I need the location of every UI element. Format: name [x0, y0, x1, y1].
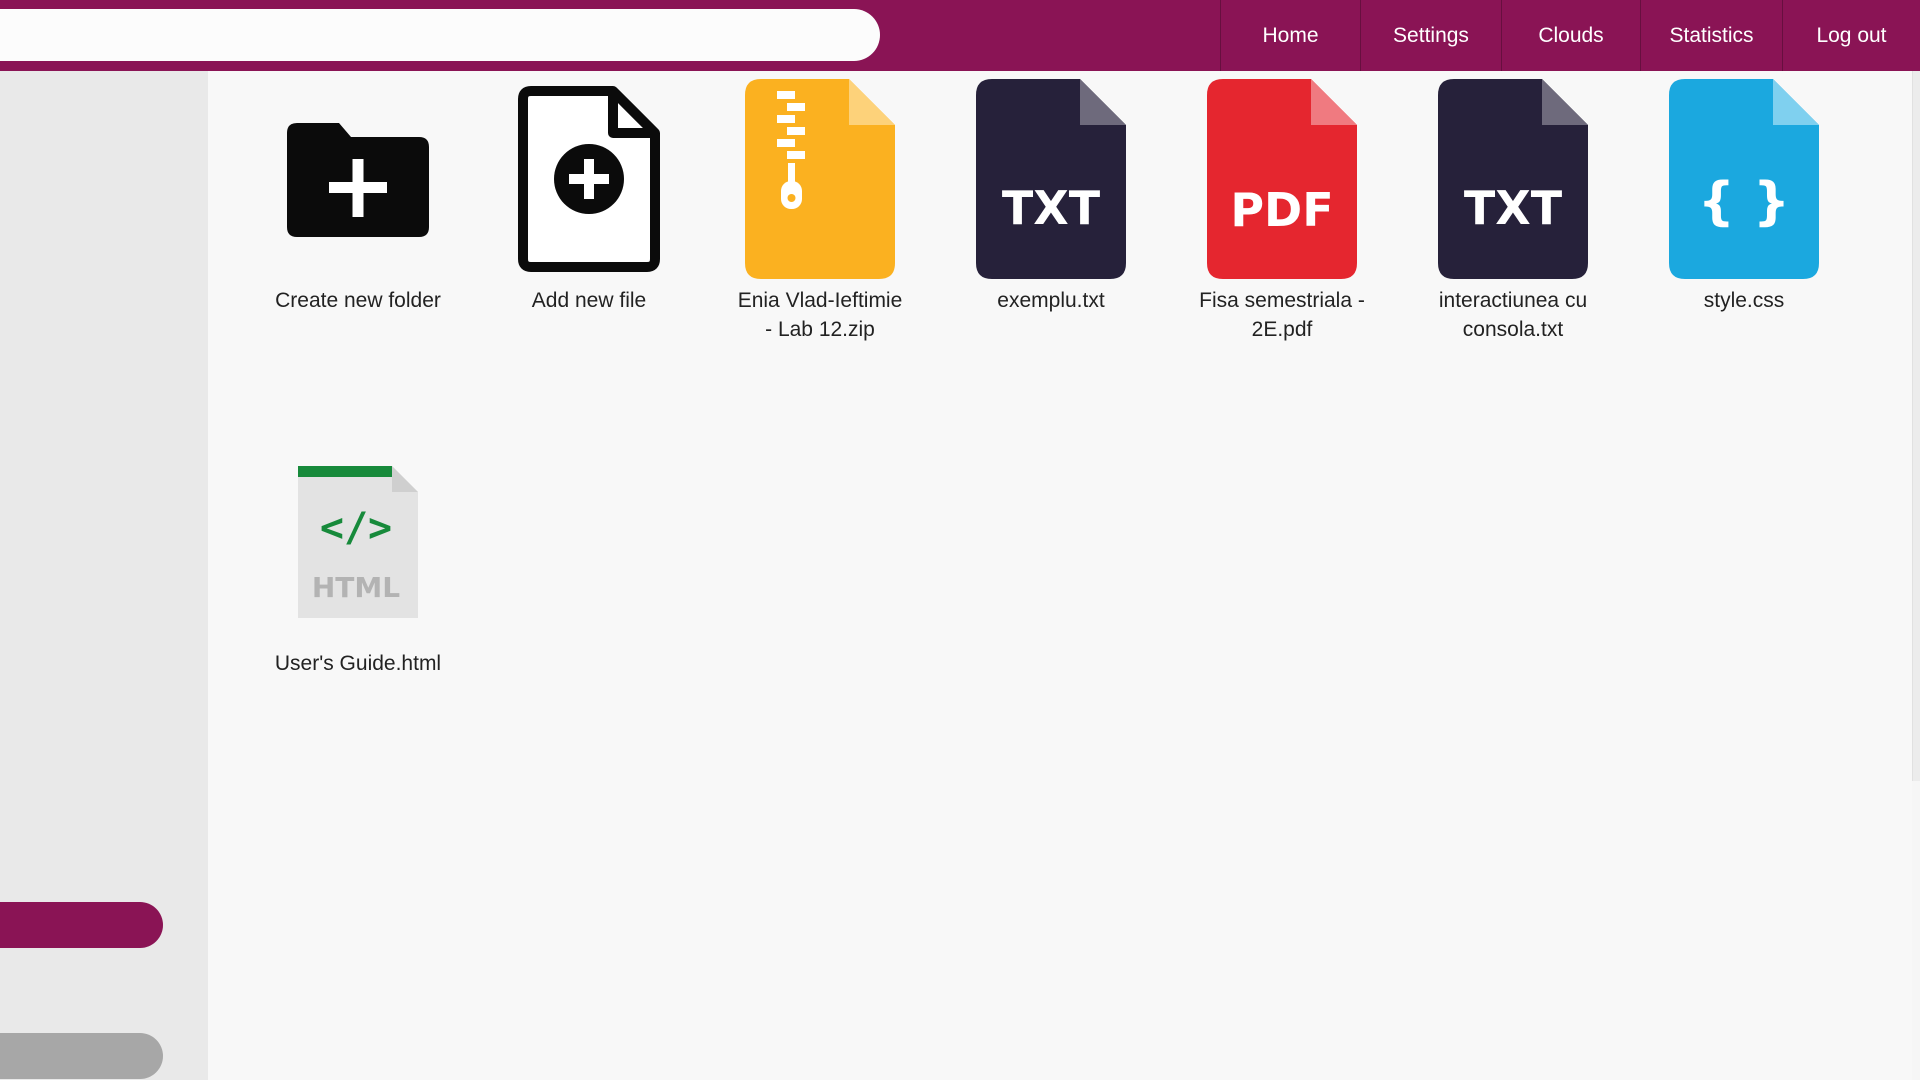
- sidebar-secondary-button[interactable]: [0, 1033, 163, 1079]
- nav-settings[interactable]: Settings: [1360, 0, 1501, 71]
- file-tile-html[interactable]: </> HTML User's Guide.html: [258, 434, 458, 678]
- pdf-file-icon: PDF: [1207, 78, 1357, 279]
- tile-label: User's Guide.html: [274, 652, 442, 675]
- file-badge: TXT: [1464, 181, 1563, 235]
- file-tile-pdf[interactable]: PDF Fisa semestriala - 2E.pdf: [1182, 71, 1382, 344]
- zip-file-icon: [745, 78, 895, 279]
- tile-label: Enia Vlad-Ieftimie - Lab 12.zip: [737, 289, 903, 341]
- file-tile-txt[interactable]: TXT interactiunea cu consola.txt: [1413, 71, 1613, 344]
- tile-label: Add new file: [531, 289, 647, 312]
- nav-log-out[interactable]: Log out: [1782, 0, 1920, 71]
- scrollbar[interactable]: [1912, 71, 1920, 781]
- txt-file-icon: TXT: [976, 78, 1126, 279]
- add-file-tile[interactable]: Add new file: [489, 71, 689, 315]
- file-tile-txt[interactable]: TXT exemplu.txt: [951, 71, 1151, 315]
- sidebar: [0, 71, 208, 1080]
- html-file-icon: </> HTML: [298, 465, 418, 618]
- file-tile-css[interactable]: { } style.css: [1644, 71, 1844, 315]
- main-nav: Home Settings Clouds Statistics Log out: [1220, 0, 1920, 71]
- create-folder-tile[interactable]: Create new folder: [258, 71, 458, 315]
- file-tile-zip[interactable]: Enia Vlad-Ieftimie - Lab 12.zip: [720, 71, 920, 344]
- top-bar: Home Settings Clouds Statistics Log out: [0, 0, 1920, 71]
- tile-label: exemplu.txt: [997, 289, 1105, 312]
- tile-label: Create new folder: [275, 289, 441, 312]
- file-grid: Create new folder Add new file Enia Vlad…: [208, 71, 1912, 1080]
- file-plus-icon: [518, 85, 660, 272]
- nav-statistics[interactable]: Statistics: [1640, 0, 1782, 71]
- html-code-glyph: </>: [320, 505, 392, 551]
- search-input[interactable]: [0, 9, 880, 61]
- css-file-icon: { }: [1669, 78, 1819, 279]
- tile-label: Fisa semestriala - 2E.pdf: [1199, 289, 1365, 341]
- nav-clouds[interactable]: Clouds: [1501, 0, 1640, 71]
- file-badge: HTML: [312, 571, 400, 604]
- txt-file-icon: TXT: [1438, 78, 1588, 279]
- nav-home[interactable]: Home: [1220, 0, 1360, 71]
- sidebar-accent-button[interactable]: [0, 902, 163, 948]
- file-badge: PDF: [1230, 183, 1333, 237]
- tile-label: interactiunea cu consola.txt: [1438, 289, 1588, 341]
- folder-plus-icon: [287, 122, 429, 237]
- file-badge: TXT: [1002, 181, 1101, 235]
- file-badge: { }: [1698, 172, 1790, 232]
- tile-label: style.css: [1703, 289, 1785, 312]
